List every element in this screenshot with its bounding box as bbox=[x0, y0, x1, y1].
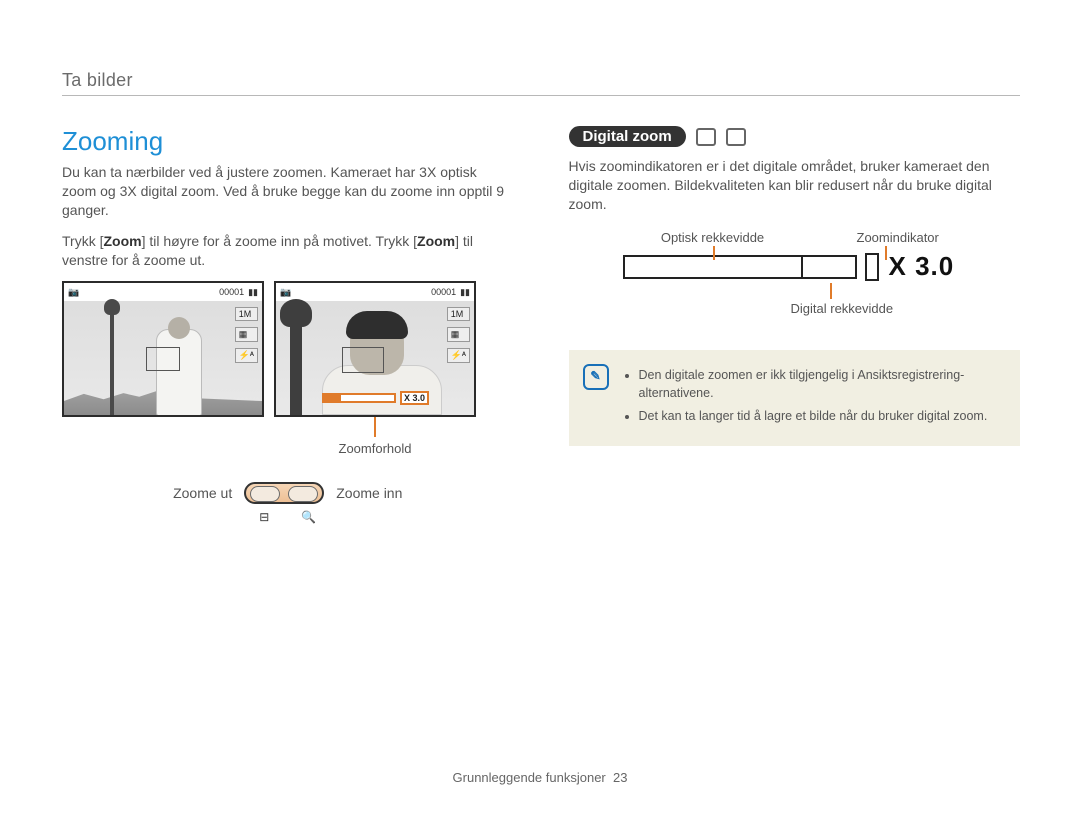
zoom-control-row: Zoome ut Zoome inn bbox=[62, 482, 514, 504]
zoom-rocker-button[interactable] bbox=[244, 482, 324, 504]
note-item: Det kan ta langer tid å lagre et bilde n… bbox=[639, 407, 1003, 426]
battery-icon: ▮▮ bbox=[460, 287, 470, 298]
camera-icon: 📷 bbox=[280, 287, 291, 298]
osd-resolution-icon: 1M bbox=[235, 307, 258, 321]
scene-lamp bbox=[110, 301, 114, 417]
zoom-in-label: Zoome inn bbox=[336, 485, 402, 501]
scene-lamp bbox=[290, 301, 302, 417]
note-list: Den digitale zoomen er ikk tilgjengelig … bbox=[625, 366, 1003, 426]
osd-quality-icon: ▦ bbox=[447, 327, 470, 342]
note-item: Den digitale zoomen er ikk tilgjengelig … bbox=[639, 366, 1003, 404]
footer-page-number: 23 bbox=[613, 770, 627, 785]
scene-person bbox=[156, 329, 202, 417]
callout-line bbox=[885, 246, 887, 260]
page-header: Ta bilder bbox=[62, 70, 1020, 96]
battery-icon: ▮▮ bbox=[248, 287, 258, 298]
label-zoom-indicator: Zoomindikator bbox=[857, 230, 939, 245]
osd-resolution-icon: 1M bbox=[447, 307, 470, 321]
zoom-out-label: Zoome ut bbox=[173, 485, 232, 501]
osd-indicators: 1M ▦ ⚡ᴬ bbox=[447, 307, 470, 363]
text: ] til høyre for å zoome inn på motivet. … bbox=[142, 233, 417, 249]
zoom-ratio-bar: X 3.0 bbox=[322, 391, 429, 405]
zoom-in-icon: 🔍 bbox=[301, 510, 316, 524]
zoom-ratio-caption: Zoomforhold bbox=[274, 441, 476, 456]
subsection-header: Digital zoom bbox=[569, 126, 1021, 147]
label-digital-range: Digital rekkevidde bbox=[791, 301, 1021, 316]
section-title-zooming: Zooming bbox=[62, 126, 514, 157]
shot-counter: 00001 bbox=[219, 287, 244, 297]
shot-counter: 00001 bbox=[431, 287, 456, 297]
af-frame bbox=[342, 347, 384, 373]
zoom-keyword: Zoom bbox=[417, 233, 455, 249]
zoom-range-diagram: Optisk rekkevidde Zoomindikator X 3.0 Di… bbox=[569, 230, 1021, 316]
camera-mode-icon bbox=[696, 128, 716, 146]
label-optical-range: Optisk rekkevidde bbox=[623, 230, 803, 245]
camera-preview-wide: 📷 00001 ▮▮ 1M ▦ ⚡ᴬ bbox=[62, 281, 264, 417]
right-column: Digital zoom Hvis zoomindikatoren er i d… bbox=[569, 126, 1021, 524]
zoom-value-readout: X 3.0 bbox=[889, 251, 955, 282]
note-box: ✎ Den digitale zoomen er ikk tilgjengeli… bbox=[569, 350, 1021, 446]
video-mode-icon bbox=[726, 128, 746, 146]
note-icon: ✎ bbox=[583, 364, 609, 390]
osd-indicators: 1M ▦ ⚡ᴬ bbox=[235, 307, 258, 363]
zoom-out-icon: ⊟ bbox=[259, 510, 269, 524]
preview-topbar: 📷 00001 ▮▮ bbox=[64, 283, 262, 301]
zooming-instructions: Trykk [Zoom] til høyre for å zoome inn p… bbox=[62, 232, 514, 270]
callout-line bbox=[830, 283, 832, 299]
two-column-layout: Zooming Du kan ta nærbilder ved å juster… bbox=[62, 126, 1020, 524]
camera-preview-zoomed: 📷 00001 ▮▮ 1M ▦ ⚡ᴬ bbox=[274, 281, 476, 417]
digital-zoom-pill: Digital zoom bbox=[569, 126, 686, 147]
camera-icon: 📷 bbox=[68, 287, 79, 298]
text: Trykk [ bbox=[62, 233, 103, 249]
preview-topbar: 📷 00001 ▮▮ bbox=[276, 283, 474, 301]
camera-preview-pair: 📷 00001 ▮▮ 1M ▦ ⚡ᴬ bbox=[62, 281, 514, 417]
left-column: Zooming Du kan ta nærbilder ved å juster… bbox=[62, 126, 514, 524]
callout-line bbox=[713, 246, 715, 260]
scene-hair bbox=[346, 311, 408, 339]
osd-flash-icon: ⚡ᴬ bbox=[447, 348, 470, 363]
digital-zoom-intro: Hvis zoomindikatoren er i det digitale o… bbox=[569, 157, 1021, 214]
osd-flash-icon: ⚡ᴬ bbox=[235, 348, 258, 363]
osd-quality-icon: ▦ bbox=[235, 327, 258, 342]
digital-range-segment bbox=[803, 255, 857, 279]
zoom-ratio-label: X 3.0 bbox=[400, 391, 429, 405]
zoom-keyword: Zoom bbox=[103, 233, 141, 249]
callout-line bbox=[374, 417, 376, 437]
page-footer: Grunnleggende funksjoner 23 bbox=[0, 770, 1080, 785]
af-frame bbox=[146, 347, 180, 371]
footer-section: Grunnleggende funksjoner bbox=[453, 770, 606, 785]
zoom-icons-row: ⊟ 🔍 bbox=[62, 510, 514, 524]
zooming-intro: Du kan ta nærbilder ved å justere zoomen… bbox=[62, 163, 514, 220]
zoom-indicator-marker bbox=[865, 253, 879, 281]
